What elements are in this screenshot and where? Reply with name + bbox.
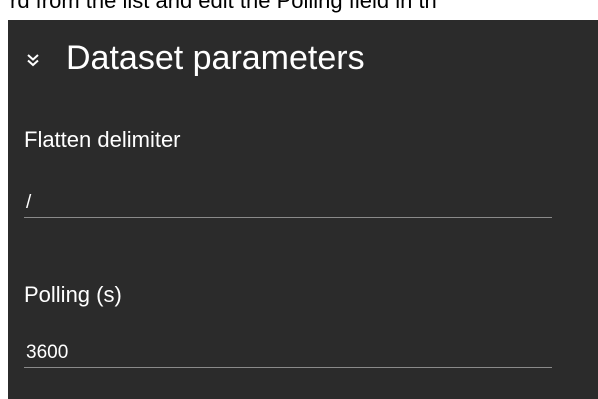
instruction-text: rd from the list and edit the Polling fi… — [10, 0, 437, 13]
polling-input[interactable] — [24, 338, 552, 368]
dataset-parameters-panel: Dataset parameters Flatten delimiter Pol… — [8, 20, 598, 399]
instruction-strip: rd from the list and edit the Polling fi… — [0, 0, 598, 20]
section-title: Dataset parameters — [66, 39, 365, 77]
section-header[interactable]: Dataset parameters — [26, 38, 365, 78]
polling-label: Polling (s) — [24, 282, 122, 307]
flatten-delimiter-input[interactable] — [24, 188, 552, 218]
flatten-delimiter-label: Flatten delimiter — [24, 127, 181, 152]
double-chevron-down-icon — [27, 54, 39, 67]
